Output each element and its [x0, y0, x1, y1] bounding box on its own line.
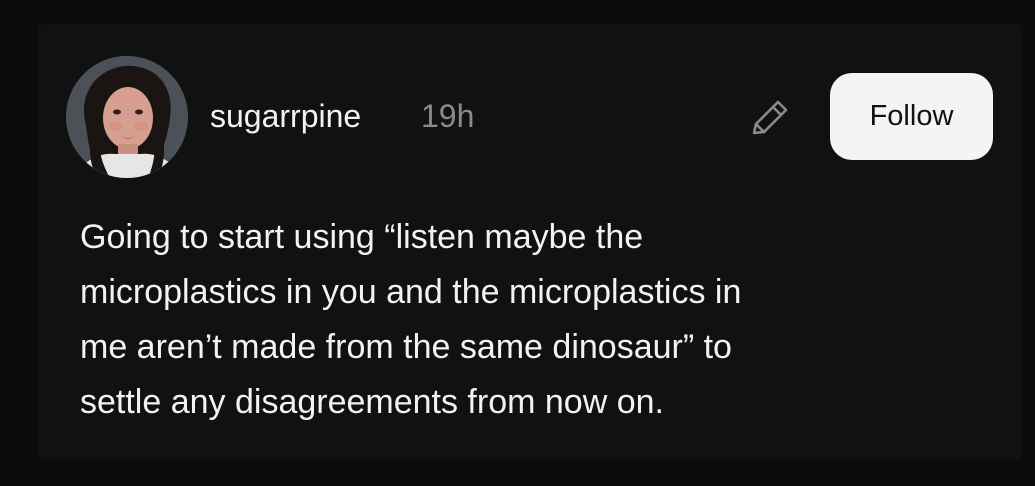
- avatar-photo: [66, 56, 188, 178]
- follow-button[interactable]: Follow: [830, 73, 993, 160]
- username[interactable]: sugarrpine: [210, 96, 361, 136]
- post-text-line: microplastics in you and the microplasti…: [80, 273, 742, 311]
- post-text-line: Going to start using “listen maybe the: [80, 218, 644, 256]
- post-text-line: me aren’t made from the same dinosaur” t…: [80, 328, 732, 366]
- pencil-icon[interactable]: [748, 98, 794, 138]
- post-timestamp: 19h: [421, 98, 475, 134]
- avatar[interactable]: [66, 56, 188, 178]
- post-text-line: settle any disagreements from now on.: [80, 383, 664, 421]
- post-text: Going to start using “listen maybe the m…: [80, 210, 960, 430]
